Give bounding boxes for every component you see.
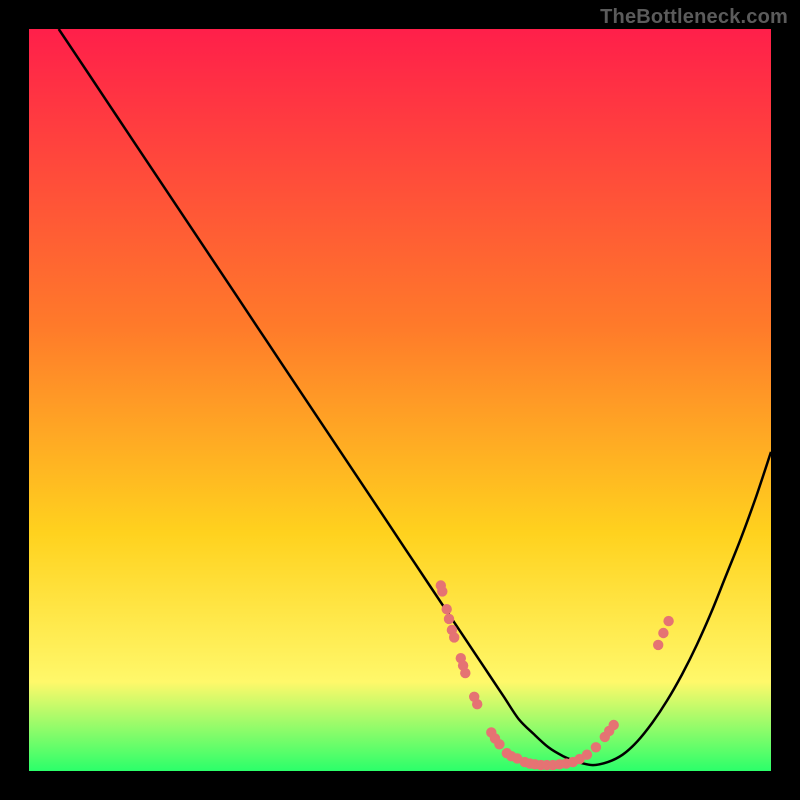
data-point — [653, 640, 663, 650]
data-point — [663, 616, 673, 626]
watermark-text: TheBottleneck.com — [600, 6, 788, 29]
data-point — [460, 668, 470, 678]
data-point — [591, 742, 601, 752]
plot-background — [29, 29, 771, 771]
data-point — [449, 632, 459, 642]
data-point — [442, 604, 452, 614]
chart-container: TheBottleneck.com — [0, 0, 800, 800]
data-point — [472, 699, 482, 709]
data-point — [609, 720, 619, 730]
data-point — [658, 628, 668, 638]
data-point — [437, 586, 447, 596]
data-point — [582, 750, 592, 760]
chart-svg — [0, 0, 800, 800]
data-point — [444, 614, 454, 624]
data-point — [494, 739, 504, 749]
